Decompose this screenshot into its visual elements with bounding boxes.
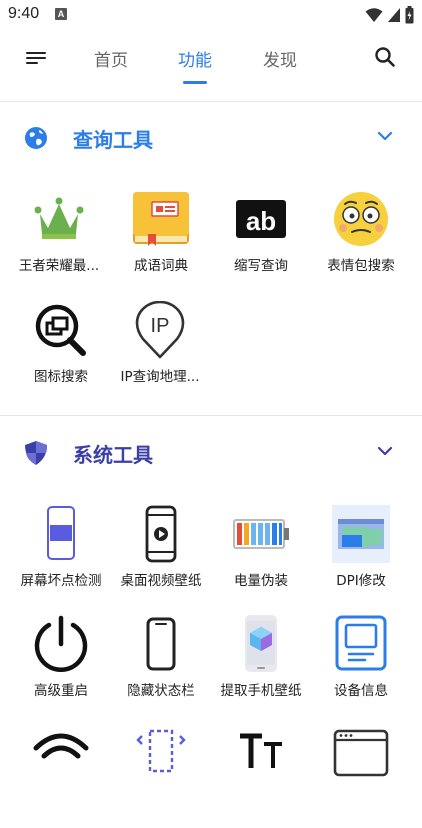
ip-location-icon: IP <box>135 301 185 359</box>
tool-item[interactable]: 提取手机壁纸 <box>211 615 311 715</box>
battery-icon <box>233 519 289 549</box>
tool-label: 成语词典 <box>134 258 188 274</box>
tool-item[interactable]: 屏幕坏点检测 <box>11 505 111 605</box>
app-bar: 首页 功能 发现 <box>0 30 422 100</box>
status-time: 9:40 <box>8 5 40 22</box>
menu-icon-bar <box>26 62 38 64</box>
tool-item[interactable]: 电量伪装 <box>211 505 311 605</box>
divider <box>0 101 422 102</box>
chevron-down-icon[interactable] <box>376 130 394 142</box>
status-bar: 9:40 A <box>0 0 422 30</box>
tool-label: 高级重启 <box>34 683 88 699</box>
tab-discover[interactable]: 发现 <box>263 46 297 71</box>
tool-item[interactable]: ab 缩写查询 <box>211 190 311 290</box>
device-info-icon <box>335 615 387 671</box>
tool-label: 缩写查询 <box>234 258 288 274</box>
tab-functions[interactable]: 功能 <box>178 46 212 71</box>
tool-label: 设备信息 <box>334 683 388 699</box>
section-header-system-tools[interactable]: 系统工具 <box>0 427 422 477</box>
tool-label: 图标搜索 <box>34 369 88 385</box>
search-icon[interactable] <box>372 44 398 70</box>
resize-icon <box>136 729 186 773</box>
tool-item[interactable]: 设备信息 <box>311 615 411 715</box>
wifi-tool-icon <box>33 733 89 759</box>
signal-icon <box>388 8 400 22</box>
svg-text:IP: IP <box>151 315 170 337</box>
globe-icon <box>25 127 47 149</box>
section-header-query-tools[interactable]: 查询工具 <box>0 112 422 162</box>
power-icon <box>34 615 88 672</box>
tab-indicator <box>183 81 207 84</box>
status-icons <box>365 6 414 24</box>
tool-label: IP查询地理... <box>120 369 200 385</box>
svg-text:ab: ab <box>246 206 276 236</box>
section-title: 系统工具 <box>73 443 153 467</box>
notification-icon: A <box>55 8 67 20</box>
tool-item[interactable]: 隐藏状态栏 <box>111 615 211 715</box>
crown-icon <box>34 197 84 239</box>
menu-button[interactable] <box>22 46 50 70</box>
phone-cube-icon <box>245 615 277 672</box>
magnifier-icon <box>35 304 86 356</box>
text-size-icon <box>240 733 282 768</box>
divider <box>0 415 422 416</box>
battery-status-icon <box>405 6 414 24</box>
ab-icon: ab <box>236 200 286 238</box>
menu-icon-bar <box>26 57 46 59</box>
phone-play-icon <box>145 505 177 563</box>
tool-item[interactable] <box>111 728 211 828</box>
tool-item[interactable]: DPI修改 <box>311 505 411 605</box>
browser-window-icon <box>333 729 389 777</box>
chevron-down-icon[interactable] <box>376 445 394 457</box>
emoji-face-icon <box>334 192 388 246</box>
tool-item[interactable]: 成语词典 <box>111 190 211 290</box>
phone-outline-icon <box>146 617 176 671</box>
tool-item[interactable] <box>211 728 311 828</box>
wifi-icon <box>365 8 383 22</box>
tool-item[interactable]: 图标搜索 <box>11 301 111 401</box>
tool-label: 隐藏状态栏 <box>127 683 195 699</box>
tool-item[interactable] <box>11 728 111 828</box>
tool-item[interactable]: 王者荣耀最... <box>9 190 109 290</box>
tool-label: 电量伪装 <box>234 573 288 589</box>
tool-item[interactable] <box>311 728 411 828</box>
tool-label: 屏幕坏点检测 <box>20 573 102 589</box>
tool-item[interactable]: IP IP查询地理... <box>110 301 210 401</box>
tool-label: 表情包搜索 <box>327 258 395 274</box>
tool-label: 桌面视频壁纸 <box>120 573 202 589</box>
shield-icon <box>25 441 47 465</box>
phone-screen-icon <box>47 506 75 560</box>
tool-label: 提取手机壁纸 <box>220 683 302 699</box>
tab-home[interactable]: 首页 <box>94 46 128 71</box>
tool-label: DPI修改 <box>336 573 386 589</box>
section-title: 查询工具 <box>73 128 153 152</box>
tool-item[interactable]: 表情包搜索 <box>311 190 411 290</box>
tool-item[interactable]: 桌面视频壁纸 <box>111 505 211 605</box>
book-icon <box>133 192 189 246</box>
dpi-window-icon <box>332 505 390 563</box>
tool-item[interactable]: 高级重启 <box>11 615 111 715</box>
menu-icon <box>26 52 46 54</box>
tool-label: 王者荣耀最... <box>18 258 100 274</box>
